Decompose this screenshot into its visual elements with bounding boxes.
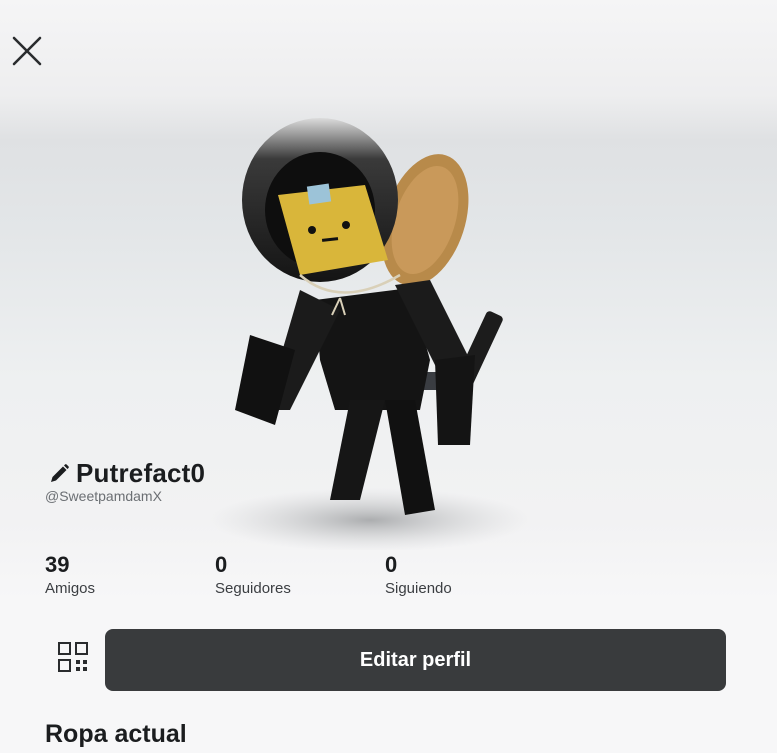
stat-followers[interactable]: 0 Seguidores — [215, 552, 385, 597]
display-name: Putrefact0 — [76, 458, 206, 488]
close-button[interactable] — [10, 34, 44, 68]
stat-following[interactable]: 0 Siguiendo — [385, 552, 555, 597]
edit-profile-button[interactable]: Editar perfil — [105, 629, 726, 691]
current-outfit-heading: Ropa actual — [45, 720, 187, 748]
qr-code-icon — [58, 642, 88, 672]
stat-count: 0 — [215, 552, 228, 577]
pencil-icon — [51, 463, 69, 482]
stat-label: Amigos — [45, 580, 96, 597]
profile-screen: Putrefact0 @SweetpamdamX 39 Amigos 0 Seg… — [0, 0, 777, 753]
stat-count: 0 — [385, 552, 398, 577]
profile-stats: 39 Amigos 0 Seguidores 0 Siguiendo — [45, 552, 555, 597]
close-x-icon — [12, 36, 42, 66]
username-handle: @SweetpamdamX — [45, 488, 162, 504]
stat-label: Seguidores — [215, 580, 291, 597]
qr-code-button[interactable] — [56, 640, 90, 674]
avatar-3d-view[interactable] — [180, 110, 600, 552]
stat-label: Siguiendo — [385, 580, 452, 597]
display-name-row[interactable]: Putrefact0 — [48, 458, 205, 489]
avatar-figure — [210, 118, 530, 552]
stat-count: 39 — [45, 552, 70, 577]
stat-friends[interactable]: 39 Amigos — [45, 552, 215, 597]
